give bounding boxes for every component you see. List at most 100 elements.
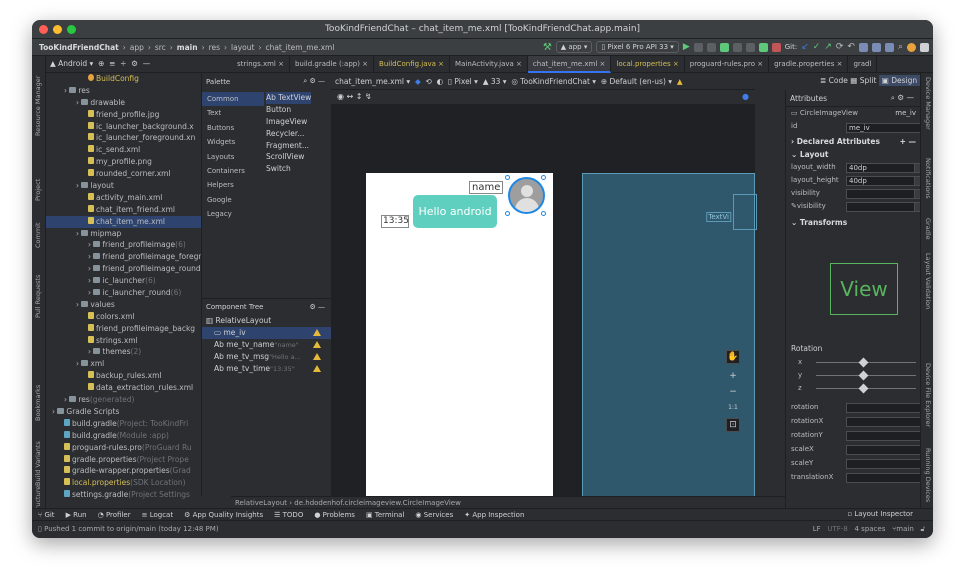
logcat-icon[interactable]: [884, 42, 894, 52]
tree-item[interactable]: build.gradle(Project: TooKindFri: [46, 418, 201, 430]
warning-icon[interactable]: [313, 341, 321, 348]
attribute-value-input[interactable]: [846, 444, 920, 455]
bottom-tool-services[interactable]: ◉ Services: [415, 511, 453, 519]
right-tool-running-devices[interactable]: Running Devices: [924, 448, 932, 502]
component-item[interactable]: Ab me_tv_time"13:35": [202, 363, 331, 375]
design-surface-icon[interactable]: ◆: [415, 77, 421, 86]
search-icon[interactable]: ⌕: [898, 42, 903, 52]
resize-handle[interactable]: [505, 211, 510, 216]
tree-item[interactable]: ic_launcher_foreground.xn: [46, 132, 201, 144]
preview-time-text[interactable]: 13:35: [381, 215, 409, 228]
tree-item[interactable]: local.properties(SDK Location): [46, 477, 201, 489]
tree-item[interactable]: data_extraction_rules.xml: [46, 382, 201, 394]
tree-item[interactable]: › themes(2): [46, 346, 201, 358]
tree-item[interactable]: friend_profile.jpg: [46, 109, 201, 121]
tab-buildconfig-java[interactable]: BuildConfig.java ×: [374, 56, 451, 73]
layout-inspector-button[interactable]: ▫ Layout Inspector: [847, 510, 913, 518]
tree-item[interactable]: rounded_corner.xml: [46, 168, 201, 180]
bottom-tool-profiler[interactable]: ◔ Profiler: [98, 511, 131, 519]
rollback-icon[interactable]: ↶: [847, 42, 855, 52]
palette-category[interactable]: Buttons: [202, 121, 264, 135]
warning-icon[interactable]: [313, 365, 321, 372]
attributes-search-icon[interactable]: ⌕ ⚙ —: [891, 93, 914, 103]
component-item[interactable]: Ab me_tv_name"name": [202, 339, 331, 351]
orientation-icon[interactable]: ⟲: [426, 77, 432, 86]
tree-item[interactable]: proguard-rules.pro(ProGuard Ru: [46, 442, 201, 454]
right-tool-device-manager[interactable]: Device Manager: [924, 77, 932, 130]
declared-attributes-header[interactable]: › Declared Attributes + —: [786, 136, 920, 149]
palette-category[interactable]: Legacy: [202, 207, 264, 221]
tree-item[interactable]: › friend_profileimage(6): [46, 239, 201, 251]
line-ending[interactable]: LF: [813, 525, 821, 533]
tab-mainactivity-java[interactable]: MainActivity.java ×: [450, 56, 528, 73]
component-path-leaf[interactable]: de.hdodenhof.circleimageview.CircleImage…: [294, 499, 461, 507]
tree-item[interactable]: chat_item_friend.xml: [46, 204, 201, 216]
bottom-tool-app-inspection[interactable]: ✦ App Inspection: [464, 511, 524, 519]
rotation-slider-thumb[interactable]: [858, 383, 869, 394]
add-attribute-icon[interactable]: + —: [900, 136, 916, 149]
api-selector[interactable]: ▲ 33 ▾: [483, 77, 507, 86]
design-mode-tab[interactable]: ▣ Design: [878, 75, 921, 86]
attribute-value-input[interactable]: [846, 416, 920, 427]
tab-local-properties[interactable]: local.properties ×: [611, 56, 685, 73]
tree-item[interactable]: settings.gradle(Project Settings: [46, 489, 201, 501]
lock-icon[interactable]: 🔓︎: [920, 525, 925, 533]
attribute-value-input[interactable]: 40dp: [846, 176, 920, 187]
apply-changes-icon[interactable]: [693, 42, 703, 52]
attribute-value-input[interactable]: [846, 188, 920, 199]
tree-item[interactable]: › mipmap: [46, 228, 201, 240]
attach-debugger-icon[interactable]: [745, 42, 755, 52]
tree-item[interactable]: chat_item_me.xml: [46, 215, 201, 228]
history-icon[interactable]: ⟳: [836, 42, 844, 52]
device-mirror-icon[interactable]: [858, 42, 868, 52]
component-item[interactable]: Ab me_tv_msg"Hello a...: [202, 351, 331, 363]
tree-item[interactable]: › res: [46, 85, 201, 97]
pan-icon[interactable]: ✋: [726, 350, 740, 364]
tab-build-gradle-app-[interactable]: build.gradle (:app) ×: [290, 56, 375, 73]
palette-search-icon[interactable]: ⌕ ⚙ —: [303, 77, 325, 86]
palette-item[interactable]: Switch: [266, 163, 311, 175]
tree-item[interactable]: › xml: [46, 358, 201, 370]
run-icon[interactable]: ▶: [683, 42, 690, 52]
design-canvas[interactable]: name Hello android 13:35 TextVi ✋ + − 1:…: [331, 104, 757, 516]
preview-avatar[interactable]: [508, 177, 545, 214]
tree-item[interactable]: › friend_profileimage_foregr: [46, 251, 201, 263]
git-branch[interactable]: main: [896, 525, 914, 533]
tree-item[interactable]: › ic_launcher_round(6): [46, 287, 201, 299]
palette-category[interactable]: Helpers: [202, 178, 264, 192]
zoom-out-icon[interactable]: −: [726, 386, 740, 400]
attribute-value-input[interactable]: 40dp: [846, 163, 920, 174]
tree-item[interactable]: gradle.properties(Project Prope: [46, 454, 201, 466]
zoom-actual-icon[interactable]: 1:1: [726, 402, 740, 416]
android-icon[interactable]: [719, 42, 729, 52]
rotation-slider-thumb[interactable]: [858, 357, 869, 368]
breadcrumb-item[interactable]: res: [209, 43, 220, 52]
palette-item[interactable]: Ab TextView: [266, 92, 312, 104]
bottom-tool-git[interactable]: ⑂ Git: [38, 511, 55, 519]
palette-category[interactable]: Common: [202, 92, 264, 107]
blueprint-preview[interactable]: TextVi: [582, 173, 757, 516]
bottom-tool-logcat[interactable]: ≡ Logcat: [142, 511, 173, 519]
code-mode-tab[interactable]: ≣ Code: [820, 76, 848, 85]
palette-category[interactable]: Google: [202, 193, 264, 207]
palette-category[interactable]: Containers: [202, 164, 264, 178]
infer-constraints-icon[interactable]: ↯: [365, 92, 372, 101]
breadcrumb-item[interactable]: TooKindFriendChat: [39, 43, 119, 52]
tab-gradl[interactable]: gradl: [848, 56, 878, 73]
design-preview[interactable]: name Hello android 13:35: [366, 173, 553, 516]
attribute-value-input[interactable]: [846, 458, 920, 469]
left-tool-build-variants[interactable]: Build Variants: [34, 441, 42, 486]
status-message[interactable]: Pushed 1 commit to origin/main (today 12…: [44, 525, 218, 533]
tree-item[interactable]: activity_main.xml: [46, 192, 201, 204]
tree-item[interactable]: › ic_launcher(6): [46, 275, 201, 287]
tree-item[interactable]: build.gradle(Module :app): [46, 430, 201, 442]
palette-item[interactable]: ScrollView: [266, 151, 311, 163]
tree-item[interactable]: gradle-wrapper.properties(Grad: [46, 465, 201, 477]
warning-icon[interactable]: ▲: [677, 77, 683, 86]
tree-item[interactable]: colors.xml: [46, 311, 201, 323]
resize-handle[interactable]: [541, 211, 546, 216]
tree-item[interactable]: ic_launcher_background.x: [46, 121, 201, 133]
account-icon[interactable]: [907, 42, 916, 52]
bottom-tool-terminal[interactable]: ▣ Terminal: [366, 511, 404, 519]
git-commit-icon[interactable]: ✓: [813, 42, 821, 52]
